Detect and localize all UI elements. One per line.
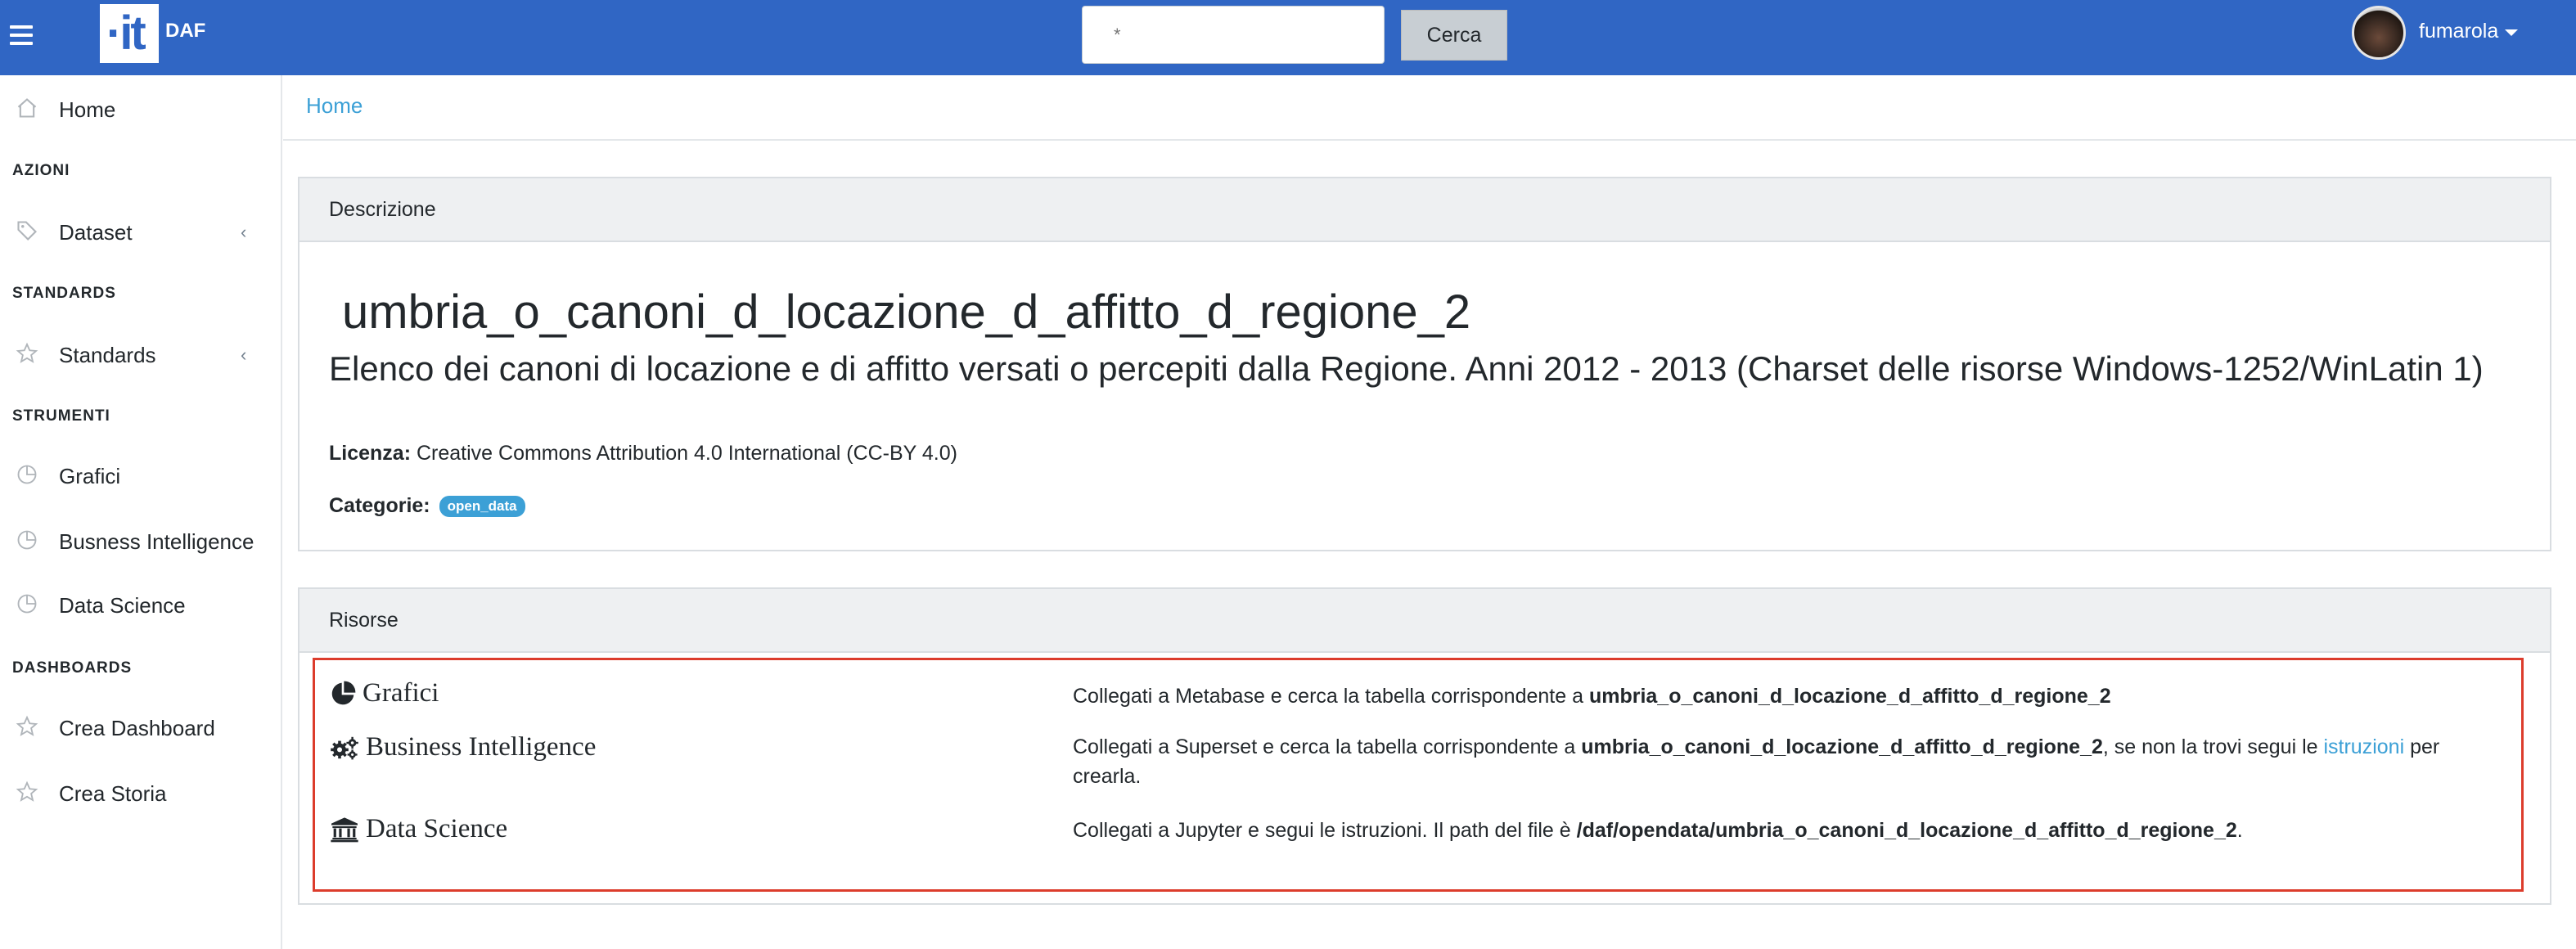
star-icon bbox=[15, 342, 39, 367]
resource-text-part: , se non la trovi segui le bbox=[2102, 735, 2324, 758]
top-navbar: ·it DAF Cerca fumarola bbox=[0, 0, 2576, 75]
sidebar-item-dataset[interactable]: Dataset ‹ bbox=[0, 208, 281, 257]
resource-row-business-intelligence: Business Intelligence Collegati a Supers… bbox=[315, 732, 2521, 789]
hamburger-menu-icon[interactable] bbox=[10, 25, 33, 45]
brand-name[interactable]: DAF bbox=[165, 20, 205, 43]
pie-chart-icon bbox=[15, 592, 39, 617]
sidebar-item-label: Crea Dashboard bbox=[59, 715, 215, 740]
resource-row-data-science: Data Science Collegati a Jupyter e segui… bbox=[315, 814, 2521, 855]
license-value: Creative Commons Attribution 4.0 Interna… bbox=[416, 442, 957, 465]
tag-icon bbox=[15, 219, 39, 244]
breadcrumb-home-link[interactable]: Home bbox=[306, 93, 363, 119]
chevron-left-icon: ‹ bbox=[241, 222, 247, 242]
star-icon bbox=[15, 715, 39, 740]
sidebar-item-label: Crea Storia bbox=[59, 780, 167, 806]
section-title-strumenti: STRUMENTI bbox=[12, 407, 110, 425]
resource-text-part: . bbox=[2236, 819, 2243, 842]
sidebar-item-crea-storia[interactable]: Crea Storia bbox=[0, 769, 281, 818]
resource-name-label: Grafici bbox=[363, 678, 439, 708]
sidebar-item-grafici[interactable]: Grafici bbox=[0, 452, 281, 501]
institution-icon bbox=[331, 816, 358, 842]
resource-text-grafici: Collegati a Metabase e cerca la tabella … bbox=[1073, 681, 2513, 711]
breadcrumb: Home bbox=[283, 75, 2576, 141]
sidebar-item-standards[interactable]: Standards ‹ bbox=[0, 331, 281, 380]
sidebar-item-label: Home bbox=[59, 97, 116, 122]
resource-name-data-science[interactable]: Data Science bbox=[330, 814, 507, 844]
sidebar: Home AZIONI Dataset ‹ STANDARDS Standard… bbox=[0, 75, 282, 949]
license-line: Licenza: Creative Commons Attribution 4.… bbox=[329, 442, 957, 466]
resource-text-part: Collegati a Metabase e cerca la tabella … bbox=[1073, 685, 1589, 708]
file-path: /daf/opendata/umbria_o_canoni_d_locazion… bbox=[1576, 819, 2237, 842]
user-menu[interactable]: fumarola bbox=[2419, 20, 2519, 43]
username: fumarola bbox=[2419, 20, 2499, 43]
resource-name-grafici[interactable]: Grafici bbox=[330, 678, 439, 708]
section-title-azioni: AZIONI bbox=[12, 162, 70, 179]
resource-name-label: Business Intelligence bbox=[366, 732, 597, 762]
resources-card: Risorse Grafici Collegati a Metabase e c… bbox=[298, 587, 2551, 905]
sidebar-item-data-science[interactable]: Data Science bbox=[0, 581, 281, 630]
resource-name-label: Data Science bbox=[366, 814, 508, 843]
description-card: Descrizione umbria_o_canoni_d_locazione_… bbox=[298, 177, 2551, 551]
sidebar-item-crea-dashboard[interactable]: Crea Dashboard bbox=[0, 704, 281, 753]
istruzioni-link[interactable]: istruzioni bbox=[2323, 735, 2404, 758]
table-name: umbria_o_canoni_d_locazione_d_affitto_d_… bbox=[1588, 685, 2111, 708]
resource-text-data-science: Collegati a Jupyter e segui le istruzion… bbox=[1073, 816, 2513, 845]
sidebar-item-business-intelligence[interactable]: Busness Intelligence bbox=[0, 517, 281, 566]
home-icon bbox=[15, 97, 39, 121]
sidebar-item-label: Data Science bbox=[59, 592, 186, 618]
chevron-left-icon: ‹ bbox=[241, 344, 247, 365]
table-name: umbria_o_canoni_d_locazione_d_affitto_d_… bbox=[1581, 735, 2103, 758]
sidebar-item-label: Grafici bbox=[59, 463, 121, 488]
sidebar-item-home[interactable]: Home bbox=[0, 85, 281, 134]
resource-name-business-intelligence[interactable]: Business Intelligence bbox=[330, 732, 596, 762]
resource-text-part: Collegati a Superset e cerca la tabella … bbox=[1073, 735, 1582, 758]
section-title-dashboards: DASHBOARDS bbox=[12, 659, 133, 677]
resource-row-grafici: Grafici Collegati a Metabase e cerca la … bbox=[315, 678, 2521, 719]
dataset-title: umbria_o_canoni_d_locazione_d_affitto_d_… bbox=[342, 286, 1471, 339]
resources-card-header: Risorse bbox=[299, 589, 2550, 653]
category-badge[interactable]: open_data bbox=[439, 496, 525, 518]
section-title-standards: STANDARDS bbox=[12, 285, 116, 302]
description-card-header: Descrizione bbox=[299, 178, 2550, 242]
caret-down-icon bbox=[2505, 29, 2519, 36]
sidebar-item-label: Busness Intelligence bbox=[59, 528, 254, 554]
pie-chart-icon bbox=[15, 528, 39, 553]
user-avatar[interactable] bbox=[2352, 6, 2406, 60]
dataset-description: Elenco dei canoni di locazione e di affi… bbox=[329, 349, 2484, 388]
search-button[interactable]: Cerca bbox=[1401, 10, 1507, 61]
license-label: Licenza: bbox=[329, 442, 412, 465]
search-input[interactable] bbox=[1082, 6, 1385, 64]
star-icon bbox=[15, 780, 39, 805]
resource-text-part: Collegati a Jupyter e segui le istruzion… bbox=[1073, 819, 1577, 842]
category-line: Categorie: open_data bbox=[329, 494, 525, 518]
pie-chart-icon bbox=[331, 681, 356, 704]
logo-text: ·it bbox=[106, 7, 146, 60]
resource-text-business-intelligence: Collegati a Superset e cerca la tabella … bbox=[1073, 732, 2513, 791]
pie-chart-icon bbox=[15, 463, 39, 488]
sidebar-item-label: Standards bbox=[59, 342, 156, 367]
it-logo[interactable]: ·it bbox=[100, 4, 159, 63]
resources-highlight-box: Grafici Collegati a Metabase e cerca la … bbox=[313, 658, 2524, 892]
sidebar-item-label: Dataset bbox=[59, 219, 133, 245]
category-label: Categorie: bbox=[329, 494, 430, 517]
gears-icon bbox=[331, 736, 358, 759]
